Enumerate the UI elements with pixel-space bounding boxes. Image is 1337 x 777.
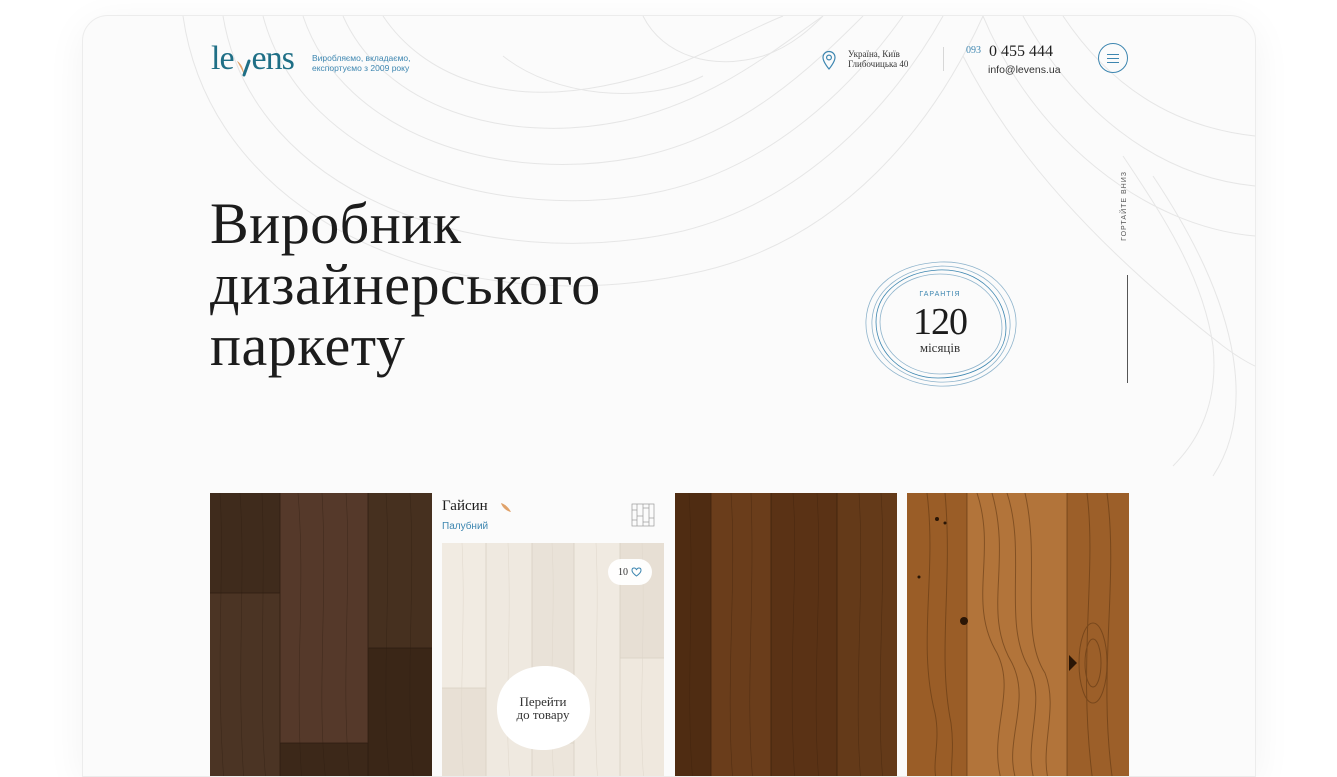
logo-text-left: le [211,40,235,77]
likes-count: 10 [618,566,628,578]
phone-number[interactable]: 0 455 444 [989,43,1053,61]
address-line-1: Україна, Київ [848,49,900,59]
pattern-icon [631,503,655,527]
warranty-badge: ГАРАНТІЯ 120 місяців [858,254,1022,394]
email-link[interactable]: info@levens.ua [988,64,1061,76]
hero-title-line-1: Виробник [210,191,462,256]
header-divider [943,47,944,71]
heart-icon [631,567,642,577]
hero-title: Виробник дизайнерського паркету [210,193,601,376]
tagline-line-2: експортуємо з 2009 року [312,63,410,73]
product-name[interactable]: Гайсин [442,498,488,515]
product-card-3[interactable] [675,493,897,776]
hero-title-line-3: паркету [210,313,406,378]
phone-code: 093 [966,45,981,56]
badge-label: ГАРАНТІЯ [919,291,961,298]
featured-product-card[interactable]: Гайсин Палубний 10 Перейти до товару [442,493,664,776]
scroll-hint: ГОРТАЙТЕ ВНИЗ [1121,171,1128,241]
product-image-light-oak: 10 Перейти до товару [442,543,664,776]
logo-leaf-icon [235,48,251,77]
badge-value: 120 [913,301,968,343]
page-frame: le ens Виробляємо, вкладаємо, експортуєм… [82,15,1256,777]
address[interactable]: Україна, Київ Глибочицька 40 [848,49,928,69]
location-pin-icon [822,50,836,70]
tagline: Виробляємо, вкладаємо, експортуємо з 200… [312,53,432,73]
go-to-product-button[interactable]: Перейти до товару [495,665,591,751]
menu-icon [1107,53,1119,63]
scroll-line [1127,275,1128,383]
logo-text-right: ens [251,40,295,77]
badge-unit: місяців [919,340,961,355]
menu-button[interactable] [1098,43,1128,73]
leaf-icon [501,503,511,512]
product-type: Палубний [442,521,489,532]
like-button[interactable]: 10 [608,559,652,585]
cta-text: Перейти до товару [495,695,591,721]
cta-line-2: до товару [516,707,570,722]
address-line-2: Глибочицька 40 [848,59,909,69]
product-image-natural-oak [907,493,1129,776]
tagline-line-1: Виробляємо, вкладаємо, [312,53,411,63]
hero-title-line-2: дизайнерського [210,252,601,317]
logo[interactable]: le ens [211,40,295,78]
product-card-4[interactable] [907,493,1129,776]
product-image-dark-oak [210,493,432,776]
product-image-brown-oak [675,493,897,776]
product-card-1[interactable] [210,493,432,776]
